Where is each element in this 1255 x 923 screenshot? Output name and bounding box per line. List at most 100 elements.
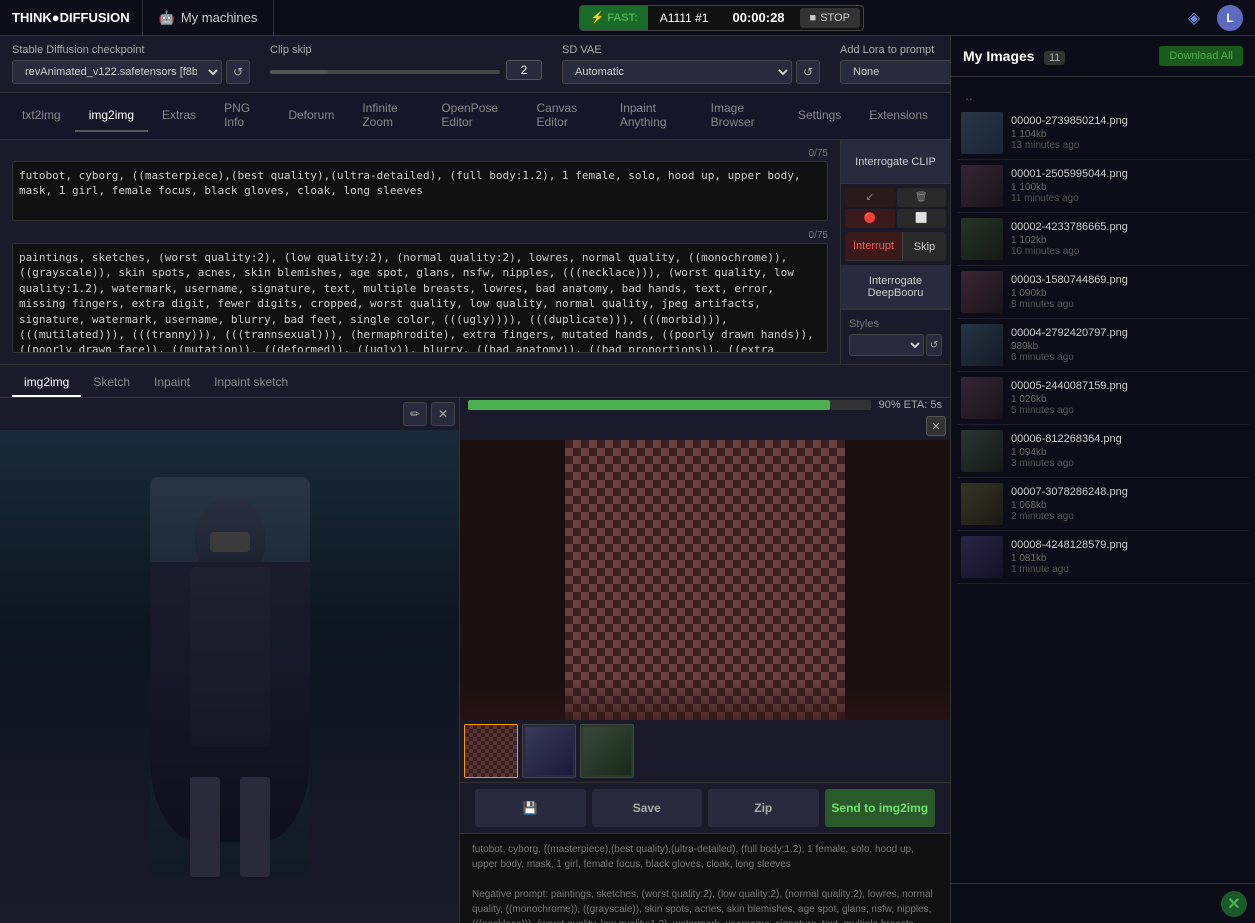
character-image-sim	[0, 430, 459, 923]
tab-image-browser[interactable]: Image Browser	[697, 93, 784, 139]
inner-tab-sketch[interactable]: Sketch	[81, 369, 142, 397]
tab-extras[interactable]: Extras	[148, 100, 210, 132]
send-to-img2img-button[interactable]: Send to img2img	[825, 789, 936, 827]
image-time-2: 10 minutes ago	[1011, 246, 1245, 257]
interrogate-clip-button[interactable]: Interrogate CLIP	[841, 140, 950, 184]
tab-extensions[interactable]: Extensions	[855, 100, 942, 132]
close-canvas-btn[interactable]: ✕	[431, 402, 455, 426]
styles-refresh-btn[interactable]: ↺	[926, 334, 942, 356]
panel-close-button[interactable]: ✕	[1221, 891, 1247, 917]
send-button[interactable]: 💾	[475, 789, 586, 827]
canvas-toolbar: ✏ ✕	[0, 398, 459, 430]
image-name-6: 00006-812268364.png	[1011, 433, 1245, 445]
machines-nav[interactable]: 🤖 My machines	[143, 0, 275, 35]
skip-button[interactable]: Skip	[902, 232, 946, 261]
list-item[interactable]: 00004-2792420797.png 989kb 6 minutes ago	[957, 319, 1249, 372]
progress-bar-container: 90% ETA: 5s	[460, 398, 950, 412]
lora-select[interactable]: None	[840, 60, 950, 84]
thumbnail-2[interactable]	[580, 724, 634, 778]
clip-slider[interactable]	[270, 70, 500, 74]
list-item[interactable]: 00000-2739850214.png 1 104kb 13 minutes …	[957, 107, 1249, 160]
tab-png-info[interactable]: PNG Info	[210, 93, 274, 139]
header-right: ◈ L	[1169, 5, 1255, 31]
image-size-5: 1 026kb	[1011, 394, 1245, 405]
thumbnail-1[interactable]	[522, 724, 576, 778]
color-btn[interactable]: 🔴	[845, 209, 895, 228]
thumbnail-0[interactable]	[464, 724, 518, 778]
clip-skip-input[interactable]	[506, 60, 542, 80]
tab-openpose-editor[interactable]: OpenPose Editor	[427, 93, 522, 139]
styles-label: Styles	[849, 318, 942, 330]
user-avatar[interactable]: L	[1217, 5, 1243, 31]
top-controls: Stable Diffusion checkpoint revAnimated_…	[0, 36, 950, 93]
positive-prompt-header: 0/75	[12, 148, 828, 159]
copy-btn[interactable]: ⬜	[897, 209, 947, 228]
image-info-4: 00004-2792420797.png 989kb 6 minutes ago	[1011, 327, 1245, 363]
list-item[interactable]: 00007-3078286248.png 1 068kb 2 minutes a…	[957, 478, 1249, 531]
styles-select[interactable]	[849, 334, 924, 356]
image-size-4: 989kb	[1011, 341, 1245, 352]
image-info-0: 00000-2739850214.png 1 104kb 13 minutes …	[1011, 115, 1245, 151]
image-thumb-1	[961, 165, 1003, 207]
clip-skip-group: Clip skip	[270, 44, 542, 80]
tab-settings[interactable]: Settings	[784, 100, 855, 132]
interrupt-button[interactable]: Interrupt	[845, 232, 902, 261]
negative-prompt-textarea[interactable]	[12, 243, 828, 353]
output-section: 90% ETA: 5s ✕	[460, 398, 950, 923]
list-item[interactable]: 00001-2505995044.png 1 100kb 11 minutes …	[957, 160, 1249, 213]
vae-refresh-btn[interactable]: ↺	[796, 60, 820, 84]
tab-txt2img[interactable]: txt2img	[8, 100, 75, 132]
inner-tab-inpaint[interactable]: Inpaint	[142, 369, 202, 397]
download-all-button[interactable]: Download All	[1159, 46, 1243, 66]
logo-area: THINK●DIFFUSION	[0, 0, 143, 35]
right-panel-title: My Images	[963, 48, 1035, 64]
center-status: ⚡ FAST: A1111 #1 00:00:28 ■ STOP	[274, 5, 1169, 31]
zip-button[interactable]: Zip	[708, 789, 819, 827]
list-item[interactable]: 00002-4233786665.png 1 102kb 10 minutes …	[957, 213, 1249, 266]
list-item[interactable]: 00005-2440087159.png 1 026kb 5 minutes a…	[957, 372, 1249, 425]
list-separator: ..	[957, 83, 1249, 107]
inner-tab-inpaint-sketch[interactable]: Inpaint sketch	[202, 369, 300, 397]
checkpoint-select[interactable]: revAnimated_v122.safetensors [f8bb2922e1…	[12, 60, 222, 84]
arrow-btn-1[interactable]: ↙	[845, 188, 895, 207]
positive-prompt-textarea[interactable]	[12, 161, 828, 221]
send-icon: 💾	[523, 801, 538, 815]
status-fast: ⚡ FAST:	[580, 6, 647, 30]
inner-tab-img2img[interactable]: img2img	[12, 369, 81, 397]
tab-infinite-zoom[interactable]: Infinite Zoom	[348, 93, 427, 139]
save-button[interactable]: Save	[592, 789, 703, 827]
list-item[interactable]: 00003-1580744869.png 1 090kb 8 minutes a…	[957, 266, 1249, 319]
checkpoint-refresh-btn[interactable]: ↺	[226, 60, 250, 84]
header: THINK●DIFFUSION 🤖 My machines ⚡ FAST: A1…	[0, 0, 1255, 36]
interrupt-skip-btns: Interrupt Skip	[841, 232, 950, 265]
discord-icon[interactable]: ◈	[1181, 5, 1207, 31]
image-info-7: 00007-3078286248.png 1 068kb 2 minutes a…	[1011, 486, 1245, 522]
trash-btn[interactable]: 🗑	[897, 188, 947, 207]
interrogate-deepbooru-button[interactable]: Interrogate DeepBooru	[841, 265, 950, 309]
image-size-0: 1 104kb	[1011, 129, 1245, 140]
list-item[interactable]: 00008-4248128579.png 1 081kb 1 minute ag…	[957, 531, 1249, 584]
output-canvas[interactable]	[460, 440, 950, 720]
output-close-btn[interactable]: ✕	[926, 416, 946, 436]
tab-inpaint-anything[interactable]: Inpaint Anything	[606, 93, 697, 139]
image-time-7: 2 minutes ago	[1011, 511, 1245, 522]
prompts-container: 0/75 0/75	[0, 140, 840, 364]
input-canvas-image[interactable]	[0, 430, 459, 923]
checkpoint-group: Stable Diffusion checkpoint revAnimated_…	[12, 44, 250, 84]
image-thumb-8	[961, 536, 1003, 578]
image-size-6: 1 094kb	[1011, 447, 1245, 458]
image-info-3: 00003-1580744869.png 1 090kb 8 minutes a…	[1011, 274, 1245, 310]
output-gradient	[460, 680, 950, 720]
image-info-8: 00008-4248128579.png 1 081kb 1 minute ag…	[1011, 539, 1245, 575]
edit-icon-btn[interactable]: ✏	[403, 402, 427, 426]
main-tabs-bar: txt2img img2img Extras PNG Info Deforum …	[0, 93, 950, 140]
sd-vae-select[interactable]: Automatic	[562, 60, 792, 84]
tab-img2img[interactable]: img2img	[75, 100, 148, 132]
stop-button[interactable]: ■ STOP	[800, 8, 860, 28]
logo: THINK●DIFFUSION	[12, 10, 130, 25]
tab-deforum[interactable]: Deforum	[274, 100, 348, 132]
thumbnail-row	[460, 720, 950, 782]
list-item[interactable]: 00006-812268364.png 1 094kb 3 minutes ag…	[957, 425, 1249, 478]
image-time-1: 11 minutes ago	[1011, 193, 1245, 204]
tab-canvas-editor[interactable]: Canvas Editor	[522, 93, 605, 139]
